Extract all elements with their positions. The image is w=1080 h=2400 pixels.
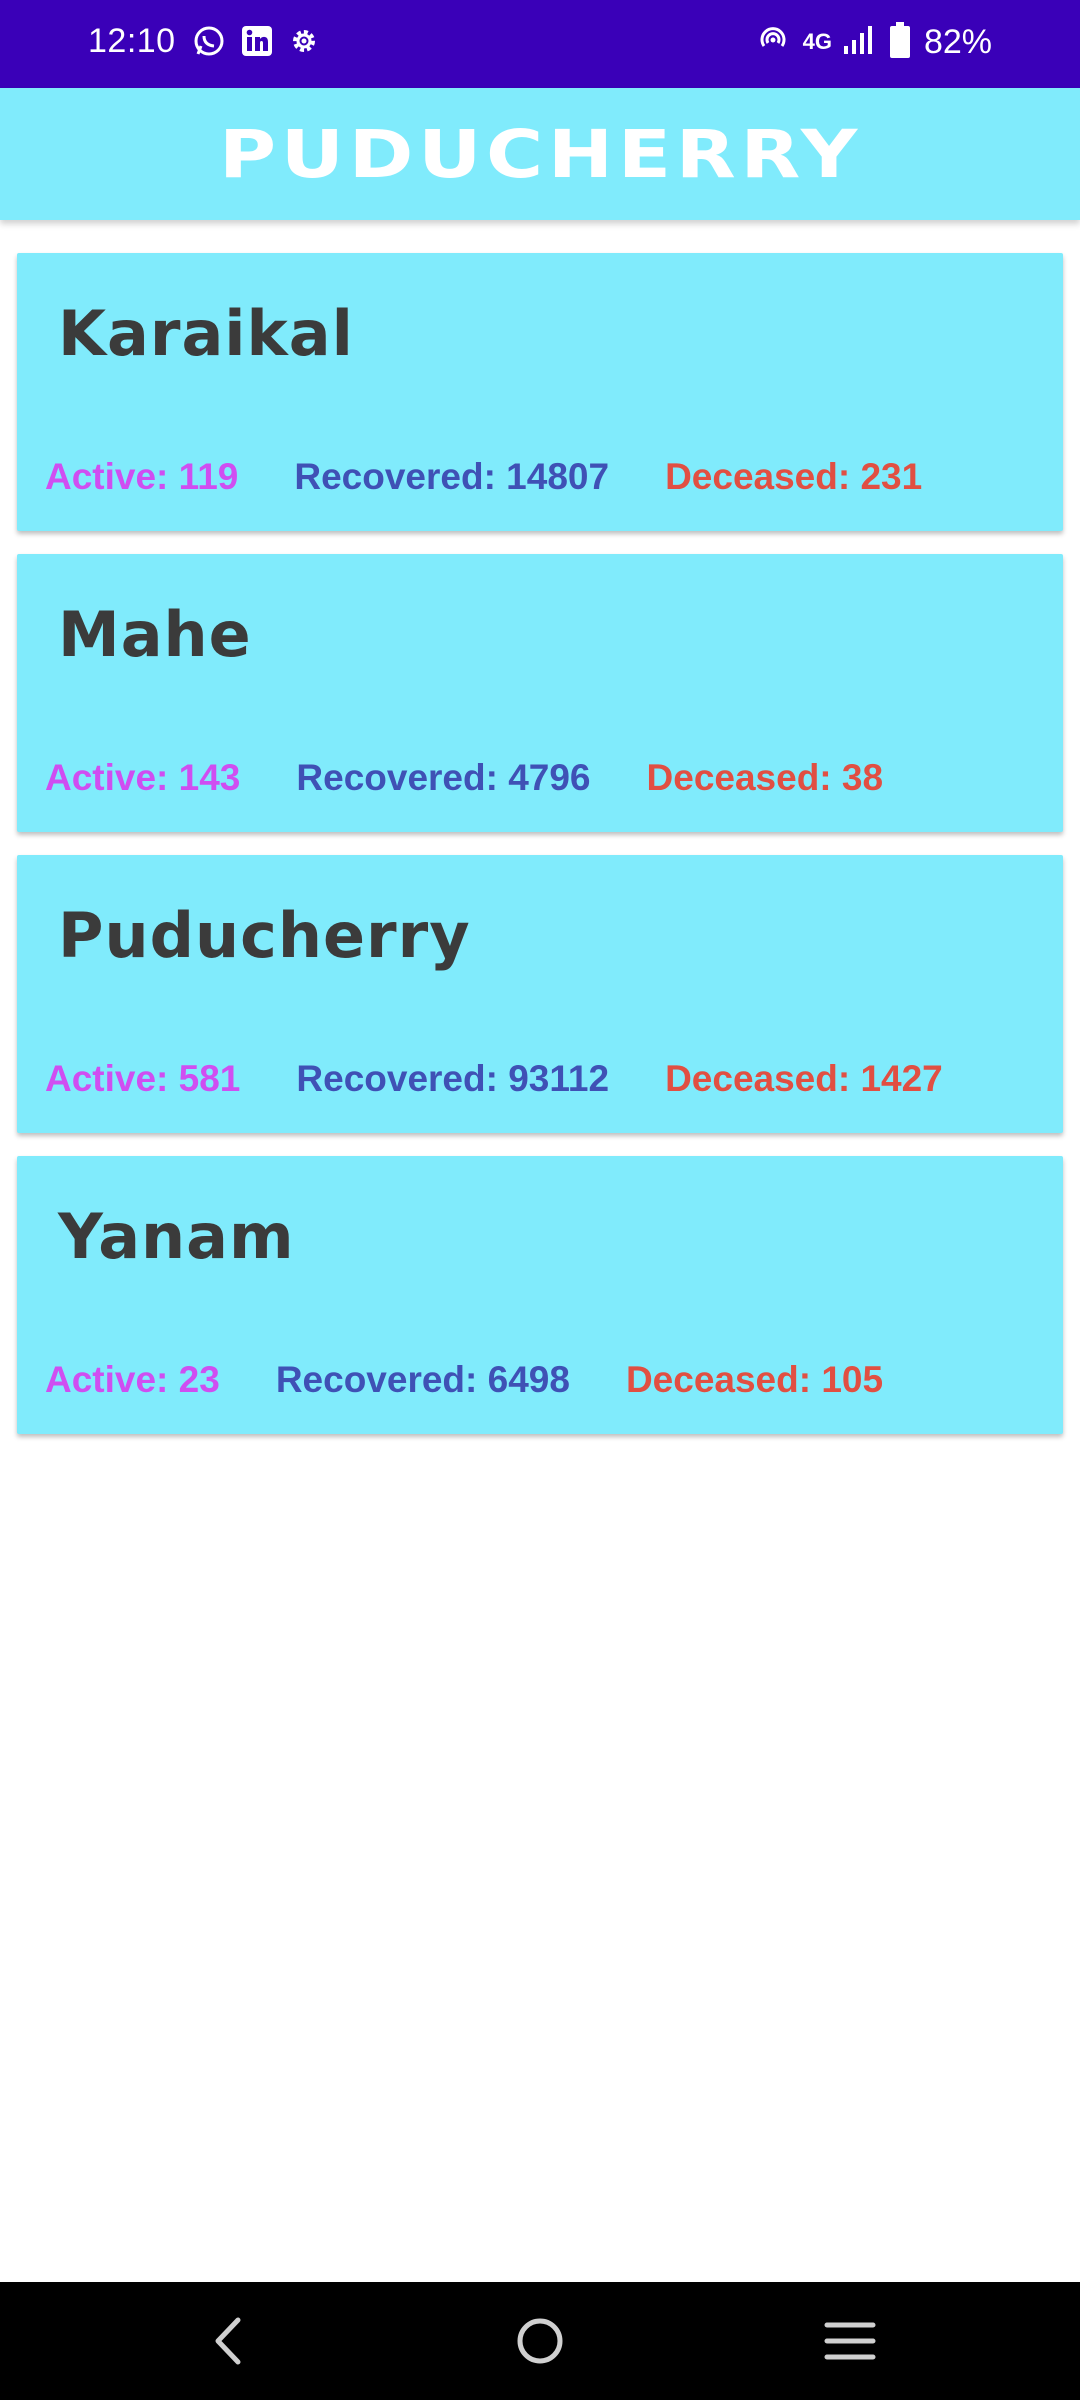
active-count: Active: 119 <box>45 456 239 497</box>
deceased-count: Deceased: 231 <box>665 456 923 497</box>
status-bar: 12:10 4G 82% <box>0 0 1080 88</box>
home-button[interactable] <box>500 2306 580 2376</box>
district-name: Karaikal <box>58 297 354 370</box>
back-button[interactable] <box>188 2306 268 2376</box>
battery-percent: 82% <box>923 22 992 61</box>
back-icon <box>215 2317 241 2365</box>
district-stats: Active: 119 Recovered: 14807 Deceased: 2… <box>45 456 922 498</box>
recovered-count: Recovered: 6498 <box>275 1359 570 1400</box>
district-stats: Active: 581 Recovered: 93112 Deceased: 1… <box>45 1058 943 1100</box>
settings-icon <box>288 25 320 61</box>
status-time: 12:10 <box>88 22 176 60</box>
district-stats: Active: 23 Recovered: 6498 Deceased: 105 <box>45 1359 883 1401</box>
notification-icons <box>192 24 320 62</box>
signal-icon <box>842 24 876 60</box>
district-list: Karaikal Active: 119 Recovered: 14807 De… <box>17 253 1063 1457</box>
recents-button[interactable] <box>810 2306 890 2376</box>
whatsapp-icon <box>192 24 226 62</box>
deceased-count: Deceased: 38 <box>646 757 884 798</box>
district-name: Yanam <box>58 1200 295 1273</box>
recovered-count: Recovered: 93112 <box>296 1058 610 1099</box>
recents-icon <box>824 2322 876 2360</box>
linkedin-icon <box>240 24 274 62</box>
deceased-count: Deceased: 105 <box>625 1359 884 1400</box>
deceased-count: Deceased: 1427 <box>665 1058 943 1099</box>
page-title: PUDUCHERRY <box>218 115 862 193</box>
app-header: PUDUCHERRY <box>0 88 1080 220</box>
district-name: Puducherry <box>58 899 471 972</box>
active-count: Active: 581 <box>45 1058 241 1099</box>
recovered-count: Recovered: 4796 <box>296 757 591 798</box>
district-card-puducherry[interactable]: Puducherry Active: 581 Recovered: 93112 … <box>17 855 1063 1133</box>
district-name: Mahe <box>58 598 252 671</box>
district-card-karaikal[interactable]: Karaikal Active: 119 Recovered: 14807 De… <box>17 253 1063 531</box>
district-card-yanam[interactable]: Yanam Active: 23 Recovered: 6498 Decease… <box>17 1156 1063 1434</box>
active-count: Active: 143 <box>45 757 241 798</box>
district-card-mahe[interactable]: Mahe Active: 143 Recovered: 4796 Decease… <box>17 554 1063 832</box>
recovered-count: Recovered: 14807 <box>294 456 610 497</box>
system-nav-bar <box>0 2282 1080 2400</box>
system-indicators: 4G 82% <box>757 22 992 62</box>
district-stats: Active: 143 Recovered: 4796 Deceased: 38 <box>45 757 883 799</box>
battery-icon <box>889 22 910 62</box>
hotspot-icon <box>757 24 789 60</box>
home-icon <box>517 2318 563 2364</box>
active-count: Active: 23 <box>45 1359 220 1400</box>
network-type: 4G <box>802 29 832 54</box>
